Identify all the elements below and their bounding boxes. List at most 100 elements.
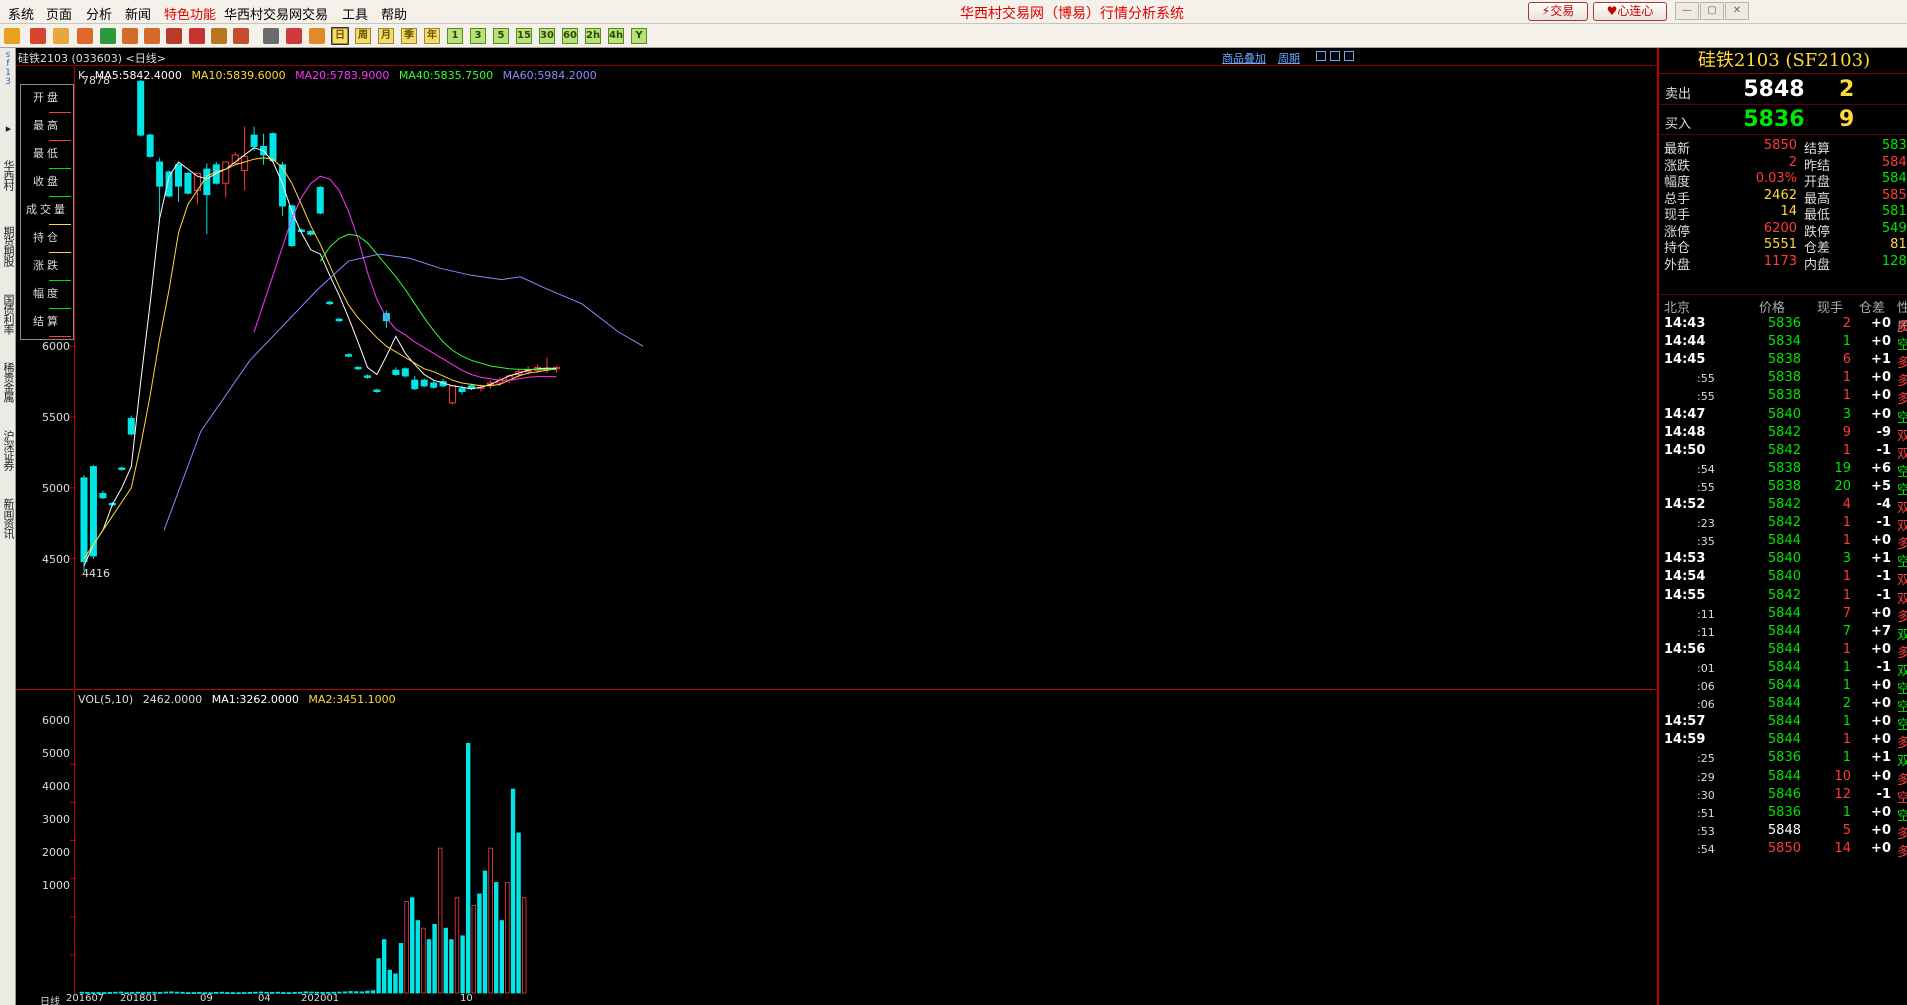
candle-body [184, 172, 192, 194]
period-link[interactable]: 周期 [1278, 50, 1300, 66]
tick-time: :06 [1697, 680, 1715, 693]
back-arrow-icon[interactable] [4, 28, 20, 44]
tick-time: :35 [1697, 535, 1715, 549]
draw-icon[interactable] [189, 28, 205, 44]
volume-chart[interactable] [16, 691, 1656, 995]
menu-news[interactable]: 新闻 [125, 4, 151, 23]
tick-time: 14:48 [1664, 424, 1706, 440]
period-1min[interactable]: 1 [447, 28, 463, 44]
low-price-label: 4416 [82, 567, 110, 580]
cross-cursor-icon[interactable] [166, 28, 182, 44]
tick-time: 14:45 [1664, 352, 1706, 368]
period-season[interactable]: 季 [401, 28, 417, 44]
period-3min[interactable]: 3 [470, 28, 486, 44]
tick-volume: 14 [1834, 840, 1851, 856]
expand-arrow-icon[interactable]: ▸ [0, 122, 16, 134]
price-pane[interactable]: K MA5:5842.4000 MA10:5839.6000 MA20:5783… [16, 67, 1656, 690]
layout-icon[interactable] [1316, 51, 1326, 61]
volume-bar [169, 991, 174, 994]
candle-body [127, 417, 135, 435]
layout-icon[interactable] [1330, 51, 1340, 61]
candlestick-chart[interactable] [16, 67, 1656, 690]
ohlc-row-label: 持仓 [33, 231, 61, 244]
volume-bar [516, 832, 521, 994]
volume-bar [421, 927, 426, 994]
candle-body [401, 368, 409, 377]
volume-bar [236, 992, 241, 995]
tick-time: :55 [1697, 480, 1715, 494]
trade-button[interactable]: ⚡交易 [1528, 2, 1588, 21]
tab-news[interactable]: 新闻资讯 [0, 498, 16, 538]
period-4h[interactable]: 4h [608, 28, 624, 44]
chart-line-icon[interactable] [286, 28, 302, 44]
volume-bar [460, 935, 465, 994]
volume-pane[interactable]: VOL(5,10) 2462.0000 MA1:3262.0000 MA2:34… [16, 691, 1656, 995]
stat-value: 5814 [1881, 204, 1907, 219]
stat-value: 2 [1788, 154, 1797, 170]
home-icon[interactable] [30, 28, 46, 44]
refresh-icon[interactable] [100, 28, 116, 44]
period-60min[interactable]: 60 [562, 28, 578, 44]
news-icon[interactable] [77, 28, 93, 44]
menu-huaxicun-trade-net[interactable]: 华西村交易网 [224, 4, 302, 23]
menu-analysis[interactable]: 分析 [86, 4, 112, 23]
zoom-in-icon[interactable] [122, 28, 138, 44]
tab-securities[interactable]: 沪深证券 [0, 430, 16, 470]
book-icon[interactable] [53, 28, 69, 44]
indicator-icon[interactable] [211, 28, 227, 44]
connect-button-label: 心连心 [1617, 4, 1654, 18]
tick-chart-icon[interactable] [309, 28, 325, 44]
menu-tools[interactable]: 工具 [342, 4, 368, 23]
menu-system[interactable]: 系统 [8, 4, 34, 23]
period-5min[interactable]: 5 [493, 28, 509, 44]
volume-bar [398, 943, 404, 994]
tab-precious-metals[interactable]: 稀贵金属 [0, 362, 16, 402]
menu-help[interactable]: 帮助 [381, 4, 407, 23]
tick-volume: 1 [1842, 334, 1851, 350]
menu-trade[interactable]: 交易 [302, 4, 328, 23]
maximize-button[interactable]: ▢ [1700, 2, 1724, 20]
period-day[interactable]: 日 [331, 27, 349, 45]
candle-body [222, 161, 230, 184]
tab-bonds[interactable]: 国债利率 [0, 294, 16, 334]
minimize-button[interactable]: — [1675, 2, 1699, 20]
tick-time: :53 [1697, 824, 1715, 838]
quote-panel: 硅铁2103 (SF2103) 卖出 5848 2 买入 5836 9 最新 58… [1657, 48, 1907, 1005]
table-icon[interactable] [263, 28, 279, 44]
period-custom[interactable]: Y [631, 28, 647, 44]
period-month[interactable]: 月 [378, 28, 394, 44]
tick-volume: 5 [1842, 822, 1851, 838]
volume-bar [185, 992, 191, 995]
connect-button[interactable]: ♥心连心 [1593, 2, 1667, 21]
period-year[interactable]: 年 [424, 28, 440, 44]
period-week[interactable]: 周 [355, 28, 371, 44]
tick-time: :51 [1697, 806, 1715, 820]
sell-label: 卖出 [1665, 87, 1692, 102]
volume-bar [493, 882, 499, 994]
tick-oi-change: +6 [1871, 460, 1891, 476]
date-label: 201607 [66, 993, 105, 1004]
volume-bar [432, 923, 437, 994]
tick-price: 5848 [1767, 822, 1801, 838]
period-2h[interactable]: 2h [585, 28, 601, 44]
tab-futures[interactable]: 期货期股 [0, 226, 16, 266]
layout-icon[interactable] [1344, 51, 1354, 61]
period-15min[interactable]: 15 [516, 28, 532, 44]
tick-price: 5836 [1767, 750, 1801, 766]
menu-special-features[interactable]: 特色功能 [164, 4, 216, 23]
tick-oi-change: +7 [1871, 623, 1891, 639]
tab-huaxicun[interactable]: 华西村 [0, 160, 16, 190]
alert-icon[interactable] [233, 28, 249, 44]
tick-time: 14:54 [1664, 569, 1706, 585]
lightning-icon: ⚡ [1541, 4, 1551, 18]
zoom-out-icon[interactable] [144, 28, 160, 44]
window-title: 华西村交易网（博易）行情分析系统 [960, 6, 1184, 22]
close-button[interactable]: ✕ [1725, 2, 1749, 20]
menu-page[interactable]: 页面 [46, 4, 72, 23]
overlay-link[interactable]: 商品叠加 [1222, 50, 1266, 66]
tick-oi-change: -1 [1876, 659, 1891, 675]
period-30min[interactable]: 30 [539, 28, 555, 44]
volume-bar [505, 882, 510, 994]
volume-bar [241, 992, 247, 994]
stat-value: 5496 [1881, 220, 1907, 236]
